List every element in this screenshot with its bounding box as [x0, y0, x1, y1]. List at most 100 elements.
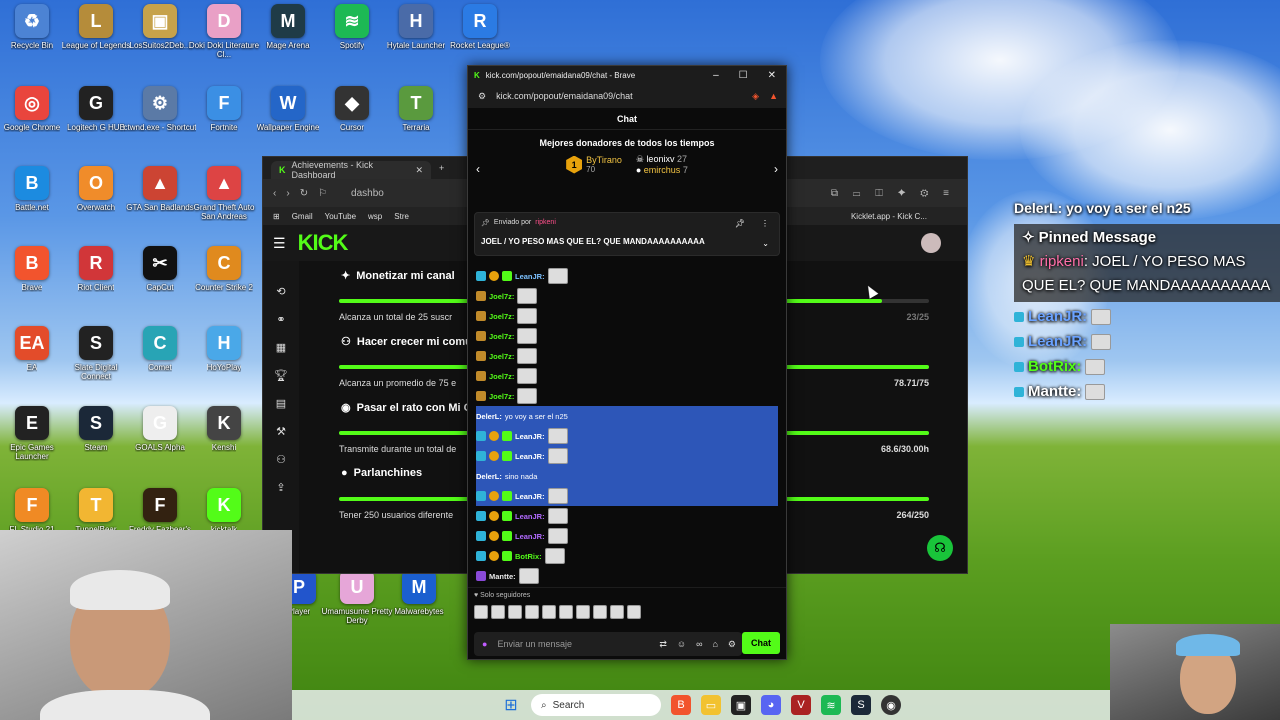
chat-username[interactable]: LeanJR: — [515, 532, 545, 541]
chat-message[interactable]: LeanJR: — [476, 506, 778, 526]
chat-username[interactable]: LeanJR: — [515, 432, 545, 441]
chat-username[interactable]: Joel7z: — [489, 392, 514, 401]
more-icon[interactable]: ⋮ — [761, 219, 769, 228]
link-icon[interactable]: ⚭ — [276, 313, 285, 326]
chat-message[interactable]: Joel7z: — [476, 286, 778, 306]
back-icon[interactable]: ‹ — [273, 188, 276, 199]
chat-username[interactable]: LeanJR: — [515, 492, 545, 501]
desktop-icon[interactable]: Kkicktalk — [187, 488, 261, 534]
chat-username[interactable]: Joel7z: — [489, 312, 514, 321]
chat-message[interactable]: Mantte: — [476, 566, 778, 586]
chat-message[interactable]: LeanJR: — [476, 446, 778, 466]
close-icon[interactable]: ✕ — [768, 70, 776, 81]
emote[interactable] — [576, 605, 590, 619]
chat-input[interactable]: ● Enviar un mensaje ⇄ ☺ ∞ ⌂ ⚙ — [474, 632, 742, 656]
pinned-message[interactable]: 📌︎ Enviado por ripkeni 📌︎ ⋮ ⌄ JOEL / YO … — [474, 212, 780, 256]
desktop-icon[interactable]: H HoYoPlay — [187, 326, 261, 372]
chat-username[interactable]: DelerL: — [476, 412, 502, 421]
url-field[interactable]: kick.com/popout/emaidana09/chat — [496, 91, 633, 101]
chat-message[interactable]: DelerL: yo voy a ser el n25 — [476, 406, 778, 426]
bookmark-stre[interactable]: Stre — [394, 212, 409, 221]
emote[interactable] — [559, 605, 573, 619]
chat-message[interactable]: DelerL: sino nada — [476, 466, 778, 486]
emote[interactable] — [491, 605, 505, 619]
reload-icon[interactable]: ↻ — [300, 188, 308, 199]
emote-bar[interactable] — [474, 605, 641, 619]
chat-username[interactable]: Joel7z: — [489, 292, 514, 301]
chat-username[interactable]: LeanJR: — [515, 272, 545, 281]
link-icon[interactable]: ∞ — [696, 639, 702, 649]
support-button[interactable]: ☊ — [927, 535, 953, 561]
close-tab-icon[interactable]: ✕ — [415, 165, 423, 176]
desktop-icon[interactable]: S Slate Digital Connect — [59, 326, 133, 381]
chat-username[interactable]: Joel7z: — [489, 332, 514, 341]
chat-message[interactable]: Joel7z: — [476, 386, 778, 406]
brave-icon[interactable]: B — [671, 695, 691, 715]
next-icon[interactable]: › — [774, 162, 778, 176]
emote[interactable] — [508, 605, 522, 619]
desktop-icon[interactable]: T Terraria — [379, 86, 453, 132]
bookmark-icon[interactable]: ⚐ — [318, 188, 327, 199]
chat-message[interactable]: Joel7z: — [476, 306, 778, 326]
desktop-icon[interactable]: R Rocket League® — [443, 4, 517, 50]
desktop-icon[interactable]: G GOALS Alpha — [123, 406, 197, 452]
settings-icon[interactable]: ⚙ — [728, 639, 736, 650]
avatar[interactable] — [921, 233, 941, 253]
extension-icons[interactable]: ⧉ ▭ ◫ ✦ ⚙ ≡ — [831, 188, 955, 199]
chat-message[interactable]: Joel7z: — [476, 366, 778, 386]
voicemeeter-icon[interactable]: V — [791, 695, 811, 715]
desktop-icon[interactable]: FFreddy Fazbear's — [123, 488, 197, 534]
bookmark-kicklet[interactable]: Kicklet.app - Kick C... — [851, 212, 927, 221]
desktop-icon[interactable]: ◆ Cursor — [315, 86, 389, 132]
chat-username[interactable]: Joel7z: — [489, 352, 514, 361]
store-icon[interactable]: ⌂ — [712, 639, 717, 649]
chat-message[interactable]: Joel7z: — [476, 346, 778, 366]
apps-icon[interactable]: ⊞ — [273, 212, 280, 221]
chat-username[interactable]: LeanJR: — [515, 512, 545, 521]
kick-logo[interactable]: KICK — [298, 230, 349, 256]
brave-rewards-icon[interactable]: ▲ — [769, 91, 778, 101]
desktop-icon[interactable]: M Mage Arena — [251, 4, 325, 50]
emote[interactable] — [627, 605, 641, 619]
tab-achievements[interactable]: K Achievements - Kick Dashboard ✕ — [271, 160, 431, 180]
minimize-icon[interactable]: – — [713, 70, 719, 81]
stream-icon[interactable]: ⟲ — [276, 285, 285, 298]
steam-icon[interactable]: S — [851, 695, 871, 715]
desktop-icon[interactable]: C Comet — [123, 326, 197, 372]
desktop-icon[interactable]: ▲ Grand Theft Auto San Andreas — [187, 166, 261, 221]
desktop-icon[interactable]: D Doki Doki Literature Cl... — [187, 4, 261, 59]
desktop-icon[interactable]: R Riot Client — [59, 246, 133, 292]
menu-icon[interactable]: ☰ — [273, 235, 286, 252]
desktop-icon[interactable]: ⚙ ctwnd.exe - Shortcut — [123, 86, 197, 132]
brave-shield-icon[interactable]: ◈ — [752, 91, 759, 102]
taskbar-search[interactable]: ⌕ Search — [531, 694, 661, 716]
desktop-icon[interactable]: G Logitech G HUB — [59, 86, 133, 132]
chat-message[interactable]: BotRix: — [476, 546, 778, 566]
desktop-icon[interactable]: L League of Legends — [59, 4, 133, 50]
desktop-icon[interactable]: ▲ GTA San Badlands — [123, 166, 197, 212]
emote[interactable] — [610, 605, 624, 619]
desktop-icon[interactable]: W Wallpaper Engine — [251, 86, 325, 132]
emote[interactable] — [593, 605, 607, 619]
desktop-icon[interactable]: F Fortnite — [187, 86, 261, 132]
stats-icon[interactable]: ▦ — [276, 341, 286, 354]
desktop-icon[interactable]: TTunnelBear — [59, 488, 133, 534]
emoji-icon[interactable]: ☺ — [677, 639, 686, 649]
translate-icon[interactable]: ⇄ — [659, 639, 667, 650]
folder-icon[interactable]: ▭ — [701, 695, 721, 715]
start-icon[interactable]: ⊞ — [501, 695, 521, 715]
obs-icon[interactable]: ◉ — [881, 695, 901, 715]
expand-icon[interactable]: ⌄ — [762, 239, 769, 248]
bookmark-gmail[interactable]: Gmail — [292, 212, 313, 221]
mic-icon[interactable]: ● — [482, 639, 487, 649]
chat-username[interactable]: Joel7z: — [489, 372, 514, 381]
emote[interactable] — [474, 605, 488, 619]
discord-icon[interactable]: ◕ — [761, 695, 781, 715]
chat-message[interactable]: LeanJR: — [476, 526, 778, 546]
chat-message[interactable]: LeanJR: — [476, 426, 778, 446]
chat-username[interactable]: Mantte: — [489, 572, 516, 581]
chat-username[interactable]: BotRix: — [515, 552, 542, 561]
desktop-icon[interactable]: ≋ Spotify — [315, 4, 389, 50]
send-chat-button[interactable]: Chat — [742, 632, 780, 654]
prev-icon[interactable]: ‹ — [476, 162, 480, 176]
